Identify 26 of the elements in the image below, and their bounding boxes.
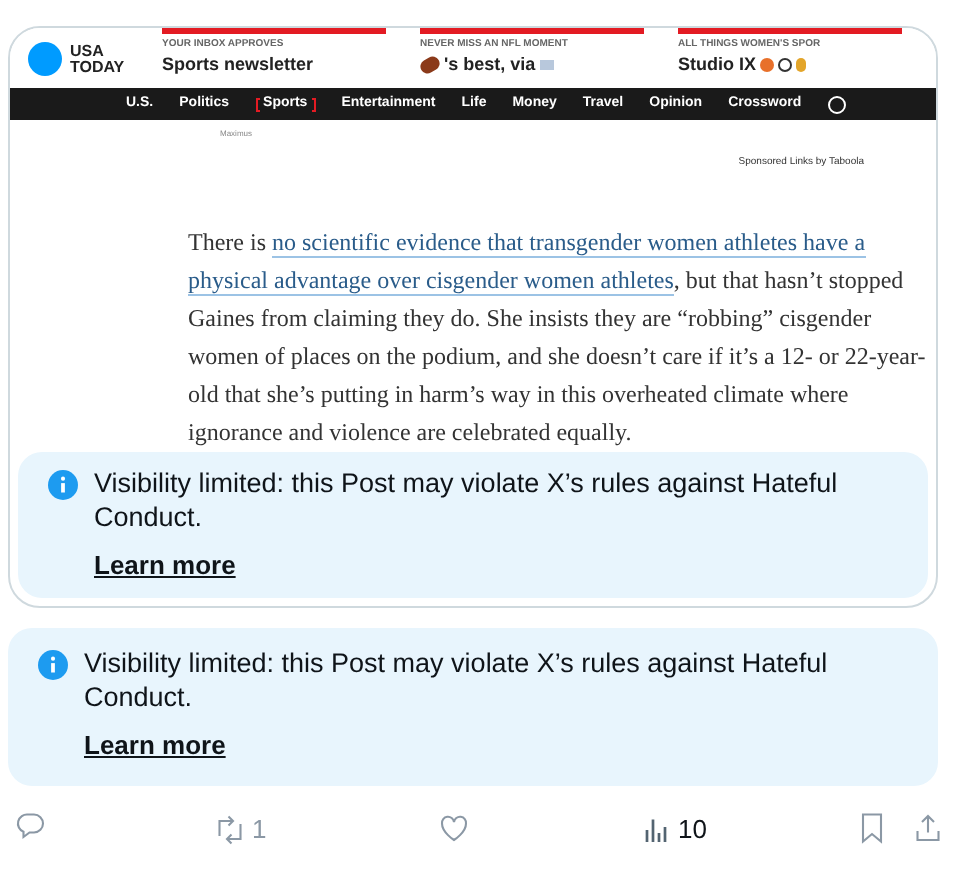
learn-more-link[interactable]: Learn more	[94, 546, 236, 585]
share-icon	[910, 810, 946, 846]
article-link[interactable]: physical advantage over cisgender women athletes	[188, 266, 674, 296]
count-label: 1	[252, 812, 267, 848]
football-icon	[420, 54, 443, 77]
learn-more-link[interactable]: Learn more	[84, 726, 226, 765]
notice-text: Visibility limited: this Post may violate X’s rules against Hateful Conduct.	[94, 466, 840, 534]
share-button[interactable]	[910, 810, 946, 846]
medal-icon	[796, 58, 806, 73]
info-icon	[38, 650, 68, 680]
like-button[interactable]	[436, 810, 472, 846]
promo-title: 's best, via	[444, 52, 536, 78]
info-icon	[48, 470, 78, 500]
count-label: 10	[678, 812, 707, 848]
article-paragraph: There is no scientific evidence that transgender women athletes have a physical advantage over cisgender women athletes, but that hasn’t stopped Gaines from claiming they do. She insists they are “robbing” cisgender women of places on the podium, and she doesn’t care if it’s a 12- or 22-year-old that she’s putting in harm’s way in this overheated climate where ignorance and violence are celebrated equally.	[188, 226, 928, 450]
bracket-icon	[255, 97, 260, 111]
views-button[interactable]: 10	[638, 810, 707, 849]
heart-icon	[436, 810, 472, 846]
basketball-icon	[760, 58, 774, 73]
promo-title: Sports newsletter	[162, 52, 314, 78]
promo-title: Studio IX	[678, 52, 756, 78]
bracket-icon	[311, 97, 316, 111]
notice-text: Visibility limited: this Post may violate X’s rules against Hateful Conduct.	[84, 646, 830, 714]
logo-text: USA TODAY	[70, 43, 125, 75]
article-link[interactable]: no scientific evidence that transgender women athletes have a	[271, 228, 866, 258]
repost-icon	[212, 811, 248, 848]
